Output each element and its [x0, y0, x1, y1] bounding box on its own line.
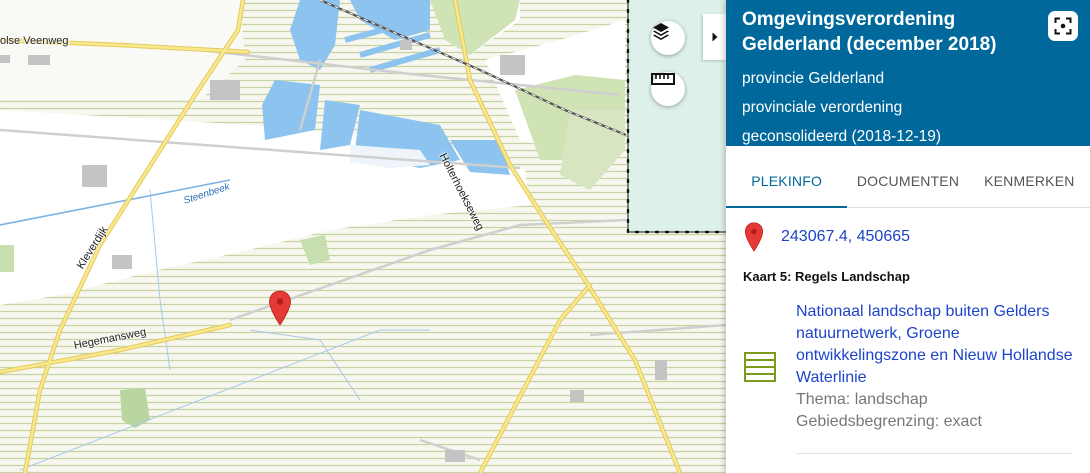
info-panel: Omgevingsverordening Gelderland (decembe… — [726, 0, 1090, 473]
collapse-panel-button[interactable] — [703, 14, 726, 60]
measure-button[interactable] — [651, 72, 685, 106]
map-marker[interactable] — [268, 290, 292, 326]
plan-doc-type: provinciale verordening — [742, 99, 903, 116]
map-marker-icon — [744, 222, 764, 252]
plan-publisher: provincie Gelderland — [742, 70, 885, 87]
location-row: 243067.4, 450665 — [726, 208, 1090, 252]
result-title-link[interactable]: Nationaal landschap buiten Gelders natuu… — [796, 301, 1086, 389]
tab-kenmerken[interactable]: KENMERKEN — [969, 146, 1090, 207]
divider — [796, 453, 1072, 454]
coordinates-link[interactable]: 243067.4, 450665 — [781, 228, 910, 246]
panel-tabs: PLEKINFO DOCUMENTEN KENMERKEN — [726, 146, 1090, 208]
ruler-icon — [651, 73, 675, 85]
result-boundary: Gebiedsbegrenzing: exact — [796, 413, 982, 430]
result-theme: Thema: landschap — [796, 391, 928, 408]
hatched-area-icon — [744, 352, 776, 382]
chevron-right-icon — [712, 32, 717, 42]
tab-plekinfo[interactable]: PLEKINFO — [726, 146, 848, 208]
result-item: Nationaal landschap buiten Gelders natuu… — [726, 284, 1090, 433]
layers-icon — [653, 23, 669, 40]
plan-title: Omgevingsverordening Gelderland (decembe… — [742, 9, 997, 55]
green-patch-w — [0, 245, 14, 272]
result-text: Nationaal landschap buiten Gelders natuu… — [796, 301, 1086, 433]
result-icon-wrap — [744, 301, 796, 433]
map-section-title: Kaart 5: Regels Landschap — [743, 269, 910, 284]
fullscreen-button[interactable] — [1048, 11, 1078, 41]
fullscreen-icon — [1054, 17, 1072, 35]
map-marker-icon — [269, 290, 291, 326]
panel-header: Omgevingsverordening Gelderland (decembe… — [726, 0, 1090, 146]
street-label-olse-veenweg: olse Veenweg — [0, 35, 69, 47]
layers-button[interactable] — [651, 21, 685, 55]
tab-documenten[interactable]: DOCUMENTEN — [847, 146, 968, 207]
